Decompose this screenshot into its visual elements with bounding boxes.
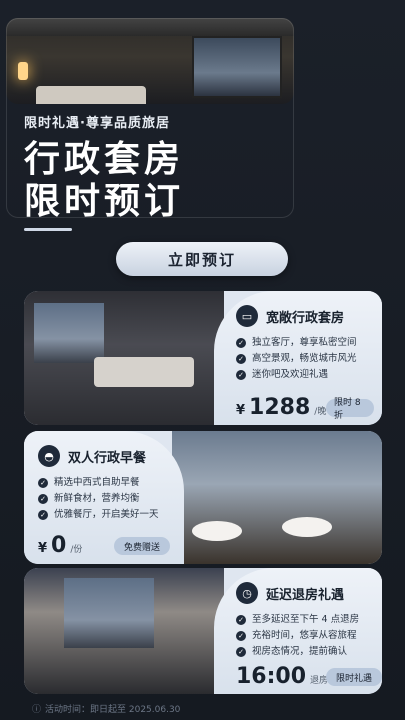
- check-icon: ✓: [236, 370, 246, 380]
- window-view: [192, 36, 282, 98]
- suite-price: ¥ 1288 /晚: [236, 395, 326, 420]
- list-item: ✓ 迷你吧及欢迎礼遇: [236, 367, 357, 383]
- currency: ¥: [236, 403, 246, 418]
- list-item: ✓ 高空景观，畅览城市风光: [236, 351, 357, 367]
- hero-image: [6, 18, 294, 104]
- check-icon: ✓: [38, 478, 48, 488]
- bed-icon: ▭: [236, 305, 258, 327]
- clock-icon: ◷: [236, 582, 258, 604]
- list-item: ✓ 充裕时间，悠享从容旅程: [236, 628, 359, 644]
- breakfast-header: ◓ 双人行政早餐: [38, 445, 146, 467]
- suite-photo: [24, 291, 224, 425]
- card-suite[interactable]: ▭ 宽敞行政套房 ✓ 独立客厅，尊享私密空间 ✓ 高空景观，畅览城市风光 ✓ 迷你吧及…: [24, 291, 382, 425]
- checkout-title: 延迟退房礼遇: [266, 587, 345, 603]
- city-window: [64, 578, 154, 648]
- list-item: ✓ 至多延迟至下午 4 点退房: [236, 612, 359, 628]
- currency: ¥: [38, 541, 48, 556]
- checkout-photo: [24, 568, 224, 694]
- check-icon: ✓: [236, 338, 246, 348]
- check-icon: ✓: [38, 494, 48, 504]
- hero-bed: [36, 86, 146, 104]
- title-underline: [24, 228, 72, 231]
- card-late-checkout[interactable]: ◷ 延迟退房礼遇 ✓ 至多延迟至下午 4 点退房 ✓ 充裕时间，悠享从容旅程 ✓ 视房…: [24, 568, 382, 694]
- cloche-icon: ◓: [38, 445, 60, 467]
- suite-title: 宽敞行政套房: [266, 310, 345, 326]
- breakfast-title: 双人行政早餐: [68, 450, 147, 466]
- suite-info-panel: ▭ 宽敞行政套房 ✓ 独立客厅，尊享私密空间 ✓ 高空景观，畅览城市风光 ✓ 迷你吧及…: [214, 291, 382, 425]
- info-icon: ⓘ: [32, 705, 42, 715]
- check-icon: ✓: [236, 354, 246, 364]
- breakfast-bullets: ✓ 精选中西式自助早餐 ✓ 新鲜食材，营养均衡 ✓ 优雅餐厅，开启美好一天: [38, 475, 159, 523]
- checkout-time: 16:00 退房: [236, 664, 328, 689]
- hero-ceiling: [6, 18, 294, 36]
- suite-bed: [94, 357, 194, 387]
- price-amount: 0: [51, 533, 67, 558]
- lamp-icon: [18, 62, 28, 80]
- check-icon: ✓: [236, 647, 246, 657]
- list-item: ✓ 新鲜食材，营养均衡: [38, 491, 159, 507]
- page: 限时礼遇·尊享品质旅居 行政套房 限时预订 立即预订 ▭ 宽敞行政套房 ✓ 独立客…: [0, 0, 405, 720]
- checkout-header: ◷ 延迟退房礼遇: [236, 582, 344, 604]
- list-item: ✓ 优雅餐厅，开启美好一天: [38, 507, 159, 523]
- discount-badge: 限时 8 折: [326, 398, 374, 421]
- city-window: [34, 303, 104, 363]
- footer: ⓘ 活动时间：即日起至 2025.06.30: [32, 702, 180, 715]
- list-item: ✓ 独立客厅，尊享私密空间: [236, 335, 357, 351]
- check-icon: ✓: [236, 615, 246, 625]
- limited-badge: 限时礼遇: [326, 668, 382, 686]
- check-icon: ✓: [236, 631, 246, 641]
- price-unit: /份: [70, 545, 83, 555]
- price-amount: 1288: [249, 395, 311, 420]
- checkout-info-panel: ◷ 延迟退房礼遇 ✓ 至多延迟至下午 4 点退房 ✓ 充裕时间，悠享从容旅程 ✓ 视房…: [214, 568, 382, 694]
- plate: [282, 517, 332, 537]
- plate: [192, 521, 242, 541]
- free-badge: 免费赠送: [114, 537, 170, 555]
- check-icon: ✓: [38, 510, 48, 520]
- eyebrow-text: 限时礼遇·尊享品质旅居: [24, 116, 170, 131]
- breakfast-info-panel: ◓ 双人行政早餐 ✓ 精选中西式自助早餐 ✓ 新鲜食材，营养均衡 ✓ 优雅餐厅，开启美…: [24, 431, 184, 564]
- checkout-time-value: 16:00: [236, 664, 307, 689]
- suite-bullets: ✓ 独立客厅，尊享私密空间 ✓ 高空景观，畅览城市风光 ✓ 迷你吧及欢迎礼遇: [236, 335, 357, 383]
- suite-header: ▭ 宽敞行政套房: [236, 305, 344, 327]
- checkout-bullets: ✓ 至多延迟至下午 4 点退房 ✓ 充裕时间，悠享从容旅程 ✓ 视房态情况，提前确认: [236, 612, 359, 660]
- book-now-button[interactable]: 立即预订: [116, 242, 288, 276]
- breakfast-price: ¥ 0 /份: [38, 533, 82, 558]
- page-title-line2: 限时预订: [24, 181, 185, 222]
- list-item: ✓ 视房态情况，提前确认: [236, 644, 359, 660]
- list-item: ✓ 精选中西式自助早餐: [38, 475, 159, 491]
- card-breakfast[interactable]: ◓ 双人行政早餐 ✓ 精选中西式自助早餐 ✓ 新鲜食材，营养均衡 ✓ 优雅餐厅，开启美…: [24, 431, 382, 564]
- breakfast-photo: [172, 431, 382, 564]
- event-period: 活动时间：即日起至 2025.06.30: [45, 705, 181, 715]
- price-unit: /晚: [314, 407, 327, 417]
